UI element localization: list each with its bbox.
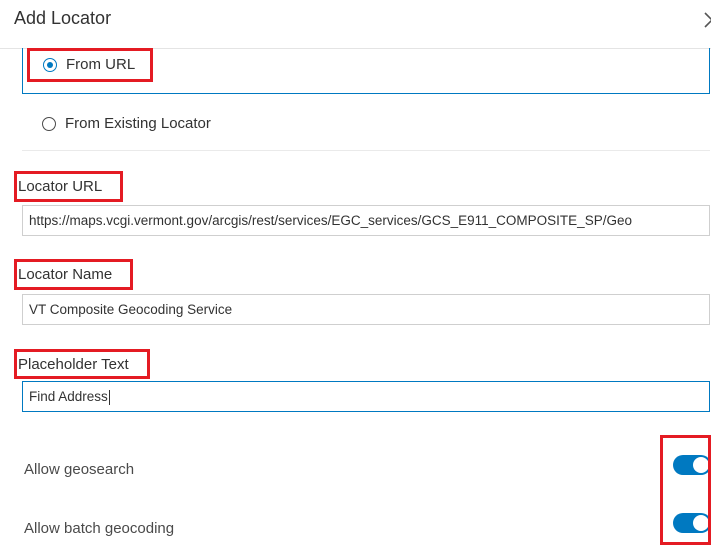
dialog-header: Add Locator <box>0 0 711 49</box>
text-caret <box>108 389 110 405</box>
locator-name-value: VT Composite Geocoding Service <box>29 302 233 317</box>
toggle-knob <box>693 457 709 473</box>
dialog-title: Add Locator <box>14 8 112 28</box>
placeholder-text-value: Find Address <box>29 389 108 404</box>
allow-batch-geocoding-toggle[interactable] <box>673 513 711 533</box>
radio-selected-icon[interactable] <box>43 58 57 72</box>
allow-geosearch-label: Allow geosearch <box>24 461 135 478</box>
locator-source-radio-group: From URL From Existing Locator <box>22 48 711 152</box>
radio-label-from-existing-locator: From Existing Locator <box>65 115 211 132</box>
radio-option-from-url[interactable]: From URL <box>22 48 710 94</box>
toggle-knob <box>693 515 709 531</box>
close-icon[interactable] <box>703 10 711 30</box>
allow-batch-geocoding-label: Allow batch geocoding <box>24 520 175 537</box>
add-locator-dialog: Add Locator From URL From Existing Locat… <box>0 0 711 545</box>
locator-name-input[interactable]: VT Composite Geocoding Service <box>22 294 710 325</box>
radio-option-from-existing-locator[interactable]: From Existing Locator <box>22 98 710 151</box>
locator-name-label: Locator Name <box>18 266 113 283</box>
placeholder-text-label: Placeholder Text <box>18 356 129 373</box>
locator-url-input[interactable]: https://maps.vcgi.vermont.gov/arcgis/res… <box>22 205 710 236</box>
allow-geosearch-toggle[interactable] <box>673 455 711 475</box>
placeholder-text-input[interactable]: Find Address <box>22 381 710 412</box>
radio-label-from-url: From URL <box>66 56 136 73</box>
locator-url-label: Locator URL <box>18 178 103 195</box>
radio-unselected-icon[interactable] <box>42 117 56 131</box>
locator-url-value: https://maps.vcgi.vermont.gov/arcgis/res… <box>29 213 632 228</box>
